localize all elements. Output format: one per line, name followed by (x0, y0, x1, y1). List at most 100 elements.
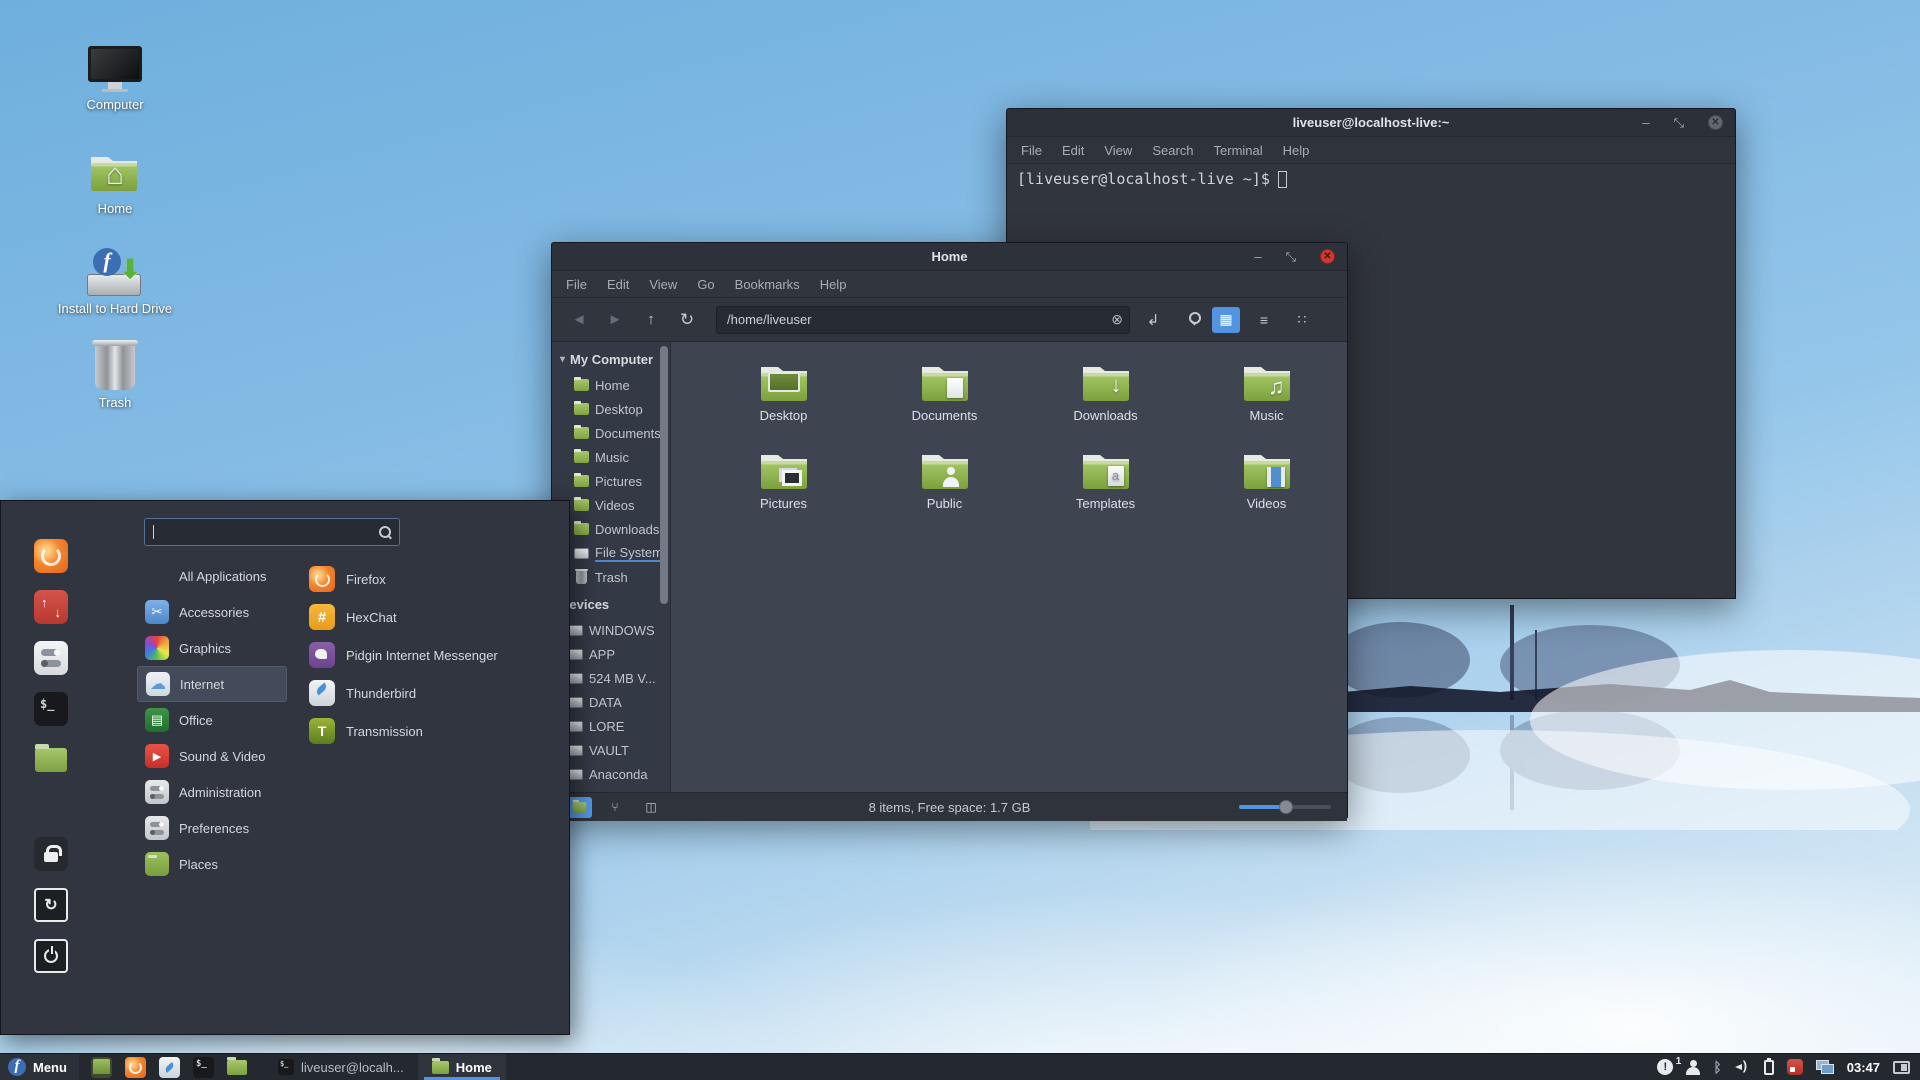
menu-view[interactable]: View (1104, 143, 1132, 158)
clock[interactable]: 03:47 (1847, 1060, 1880, 1075)
system-settings-icon[interactable] (34, 641, 68, 675)
app-hexchat[interactable]: # HexChat (309, 598, 559, 636)
menu-go[interactable]: Go (697, 277, 714, 292)
file-tile-videos[interactable]: Videos (1186, 444, 1347, 532)
sidebar-device-data[interactable]: DATA (560, 690, 670, 714)
menu-button[interactable]: f Menu (0, 1054, 79, 1080)
menu-file[interactable]: File (1021, 143, 1042, 158)
desktop-icon-install[interactable]: f ⬇ Install to Hard Drive (40, 248, 190, 316)
network-icon[interactable] (1815, 1060, 1834, 1074)
file-tile-documents[interactable]: Documents (864, 356, 1025, 444)
category-office[interactable]: ▤ Office (137, 702, 287, 738)
sidebar-section-my-computer[interactable]: ▾ My Computer (560, 352, 670, 367)
sidebar-item-trash[interactable]: Trash (560, 565, 670, 589)
desktop-icon-home[interactable]: ⌂ Home (40, 150, 190, 216)
category-internet[interactable]: ☁ Internet (137, 666, 287, 702)
fm-titlebar[interactable]: Home – ⤡ ✕ (552, 243, 1347, 271)
menu-edit[interactable]: Edit (607, 277, 629, 292)
minimize-button[interactable]: – (1254, 250, 1261, 263)
category-all-applications[interactable]: All Applications (137, 558, 287, 594)
file-tile-templates[interactable]: a Templates (1025, 444, 1186, 532)
refresh-icon[interactable]: ↻ (674, 310, 700, 330)
file-tile-public[interactable]: Public (864, 444, 1025, 532)
workspace-switcher-icon[interactable] (1893, 1060, 1910, 1074)
icon-view-button[interactable]: ▦ (1212, 306, 1240, 333)
updates-icon[interactable] (1786, 1059, 1803, 1075)
shutdown-icon[interactable] (34, 939, 68, 973)
logout-icon[interactable]: ↻ (34, 888, 68, 922)
window-button-terminal[interactable]: $_ liveuser@localh... (264, 1054, 418, 1080)
app-firefox[interactable]: Firefox (309, 560, 559, 598)
terminal-favorite-icon[interactable]: $_ (34, 692, 68, 726)
category-graphics[interactable]: Graphics (137, 630, 287, 666)
app-thunderbird[interactable]: Thunderbird (309, 674, 559, 712)
search-icon[interactable] (1176, 311, 1202, 328)
sidebar-device-vault[interactable]: VAULT (560, 738, 670, 762)
desktop-icon-trash[interactable]: Trash (40, 340, 190, 410)
sidebar-device-windows[interactable]: WINDOWS (560, 618, 670, 642)
window-button-home[interactable]: Home (417, 1054, 506, 1080)
software-updater-icon[interactable]: ↑ ↓ (34, 590, 68, 624)
sidebar-device-lore[interactable]: LORE (560, 714, 670, 738)
menu-search-box[interactable] (144, 518, 400, 546)
zoom-slider-handle[interactable] (1279, 800, 1293, 814)
sidebar-item-pictures[interactable]: Pictures (560, 469, 670, 493)
sidebar-device-app[interactable]: APP (560, 642, 670, 666)
sidebar-scrollbar[interactable] (660, 346, 668, 604)
terminal-launcher-icon[interactable]: $_ (192, 1056, 214, 1078)
maximize-button[interactable]: ⤡ (1286, 250, 1296, 263)
compact-view-button[interactable]: ∷ (1288, 307, 1316, 333)
menu-view[interactable]: View (649, 277, 677, 292)
category-sound-video[interactable]: ▶ Sound & Video (137, 738, 287, 774)
user-icon[interactable] (1686, 1059, 1701, 1075)
terminal-content[interactable]: [liveuser@localhost-live ~]$ (1007, 164, 1735, 194)
sidebar-item-desktop[interactable]: Desktop (560, 397, 670, 421)
volume-icon[interactable] (1734, 1058, 1751, 1074)
category-places[interactable]: Places (137, 846, 287, 882)
menu-edit[interactable]: Edit (1062, 143, 1084, 158)
sidebar-device-524mb[interactable]: 524 MB V... (560, 666, 670, 690)
menu-help[interactable]: Help (1283, 143, 1310, 158)
close-button[interactable]: ✕ (1320, 249, 1335, 264)
app-pidgin[interactable]: Pidgin Internet Messenger (309, 636, 559, 674)
sidebar-item-documents[interactable]: Documents (560, 421, 670, 445)
category-preferences[interactable]: Preferences (137, 810, 287, 846)
file-tile-desktop[interactable]: Desktop (703, 356, 864, 444)
menu-search[interactable]: Search (1152, 143, 1193, 158)
thunderbird-launcher-icon[interactable] (158, 1056, 180, 1078)
toggle-location-entry-icon[interactable]: ↲ (1140, 311, 1166, 329)
menu-terminal[interactable]: Terminal (1214, 143, 1263, 158)
desktop-icon-computer[interactable]: Computer (40, 46, 190, 112)
zoom-slider[interactable] (1239, 800, 1331, 814)
sidebar-item-videos[interactable]: Videos (560, 493, 670, 517)
menu-help[interactable]: Help (820, 277, 847, 292)
menu-search-input[interactable] (154, 524, 379, 540)
files-launcher-icon[interactable] (227, 1056, 248, 1078)
sidebar-item-downloads[interactable]: Downloads (560, 517, 670, 541)
firefox-launcher-icon[interactable] (124, 1056, 146, 1078)
clear-location-icon[interactable]: ⊗ (1111, 311, 1123, 328)
list-view-button[interactable]: ≡ (1250, 307, 1278, 333)
show-desktop-icon[interactable] (90, 1056, 112, 1078)
location-input[interactable] (716, 305, 1130, 334)
collapse-icon[interactable]: ▾ (560, 354, 565, 365)
menu-file[interactable]: File (566, 277, 587, 292)
close-button[interactable]: ✕ (1708, 115, 1723, 130)
bluetooth-icon[interactable]: ᛒ (1713, 1059, 1721, 1075)
back-icon[interactable]: ◄ (566, 311, 592, 328)
sidebar-device-anaconda[interactable]: Anaconda (560, 762, 670, 786)
up-icon[interactable]: ↑ (638, 311, 664, 328)
file-tile-music[interactable]: ♫ Music (1186, 356, 1347, 444)
forward-icon[interactable]: ► (602, 311, 628, 328)
file-tile-pictures[interactable]: Pictures (703, 444, 864, 532)
category-accessories[interactable]: ✂ Accessories (137, 594, 287, 630)
file-tile-downloads[interactable]: ↓ Downloads (1025, 356, 1186, 444)
battery-icon[interactable] (1763, 1057, 1774, 1075)
sidebar-item-file-system[interactable]: File System (560, 541, 670, 565)
maximize-button[interactable]: ⤡ (1674, 116, 1684, 129)
sidebar-item-music[interactable]: Music (560, 445, 670, 469)
notification-icon[interactable]: ! 1 (1657, 1056, 1681, 1075)
menu-bookmarks[interactable]: Bookmarks (735, 277, 800, 292)
firefox-favorite-icon[interactable] (34, 539, 68, 573)
app-transmission[interactable]: T Transmission (309, 712, 559, 750)
